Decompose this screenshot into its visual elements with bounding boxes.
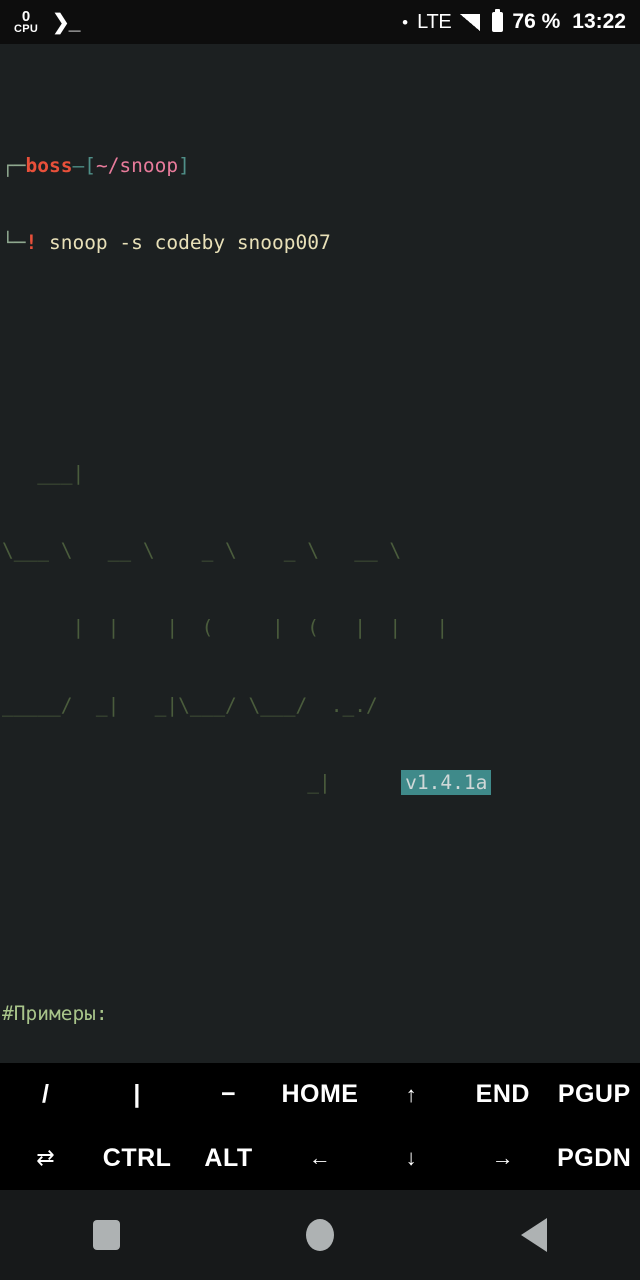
prompt-path: ~/snoop [95,153,179,177]
home-circle-icon[interactable] [306,1219,335,1251]
battery-percent-label: 76 % [512,10,561,33]
clock-label: 13:22 [572,10,626,33]
key-ctrl[interactable]: CTRL [91,1144,182,1173]
key-pgup[interactable]: PGUP [549,1080,640,1109]
signal-strength-icon [460,13,481,31]
prompt-username: boss [25,153,73,177]
key-pipe[interactable]: | [91,1080,182,1109]
back-triangle-icon[interactable] [520,1218,547,1252]
prompt-dash: — [72,153,85,177]
ascii-banner-line-3: | | | ( | ( | | | [2,616,449,640]
cpu-label: CPU [14,22,39,35]
terminal-output-area[interactable]: ┌─boss—[~/snoop] └─! snoop -s codeby sno… [0,44,640,1063]
notification-dot-icon: • [402,12,409,32]
prompt-rbracket: ] [178,153,190,177]
command-line-top: └─! snoop -s codeby snoop007 [0,230,640,256]
extra-keys-bar: / | − HOME ↑ END PGUP ⇄ CTRL ALT ← ↓ → P… [0,1063,640,1190]
termux-notification-icon: ❯_ [52,10,80,34]
key-arrow-right-icon[interactable]: → [457,1145,548,1171]
key-arrow-up-icon[interactable]: ↑ [366,1082,457,1108]
version-badge: v1.4.1a [401,769,492,795]
key-alt[interactable]: ALT [183,1144,274,1173]
recents-square-icon[interactable] [93,1220,121,1250]
prompt-tree-top-icon: ┌─ [2,153,26,177]
key-tab-icon[interactable]: ⇄ [0,1145,91,1171]
android-status-bar: 0 CPU ❯_ • LTE 76 % 13:22 [0,0,640,44]
status-bar-left: 0 CPU ❯_ [14,7,80,35]
key-slash[interactable]: / [0,1080,91,1109]
ascii-banner-line-2: \___ \ __ \ _ \ _ \ __ \ [2,539,402,563]
key-dash[interactable]: − [183,1080,274,1109]
status-bar-right: • LTE 76 % 13:22 [402,9,626,34]
key-arrow-left-icon[interactable]: ← [274,1145,365,1171]
extra-keys-row-2: ⇄ CTRL ALT ← ↓ → PGDN [0,1127,640,1191]
ascii-banner-line-4: _____/ _| _|\___/ \___/ ._./ [2,693,378,717]
network-type-label: LTE [417,10,452,33]
command-text: snoop -s codeby snoop007 [37,230,331,254]
key-end[interactable]: END [457,1080,548,1109]
ascii-banner-tail: _| [2,770,402,794]
android-navigation-bar [0,1190,640,1280]
ascii-banner-line-1: ___| [2,462,85,486]
prompt-bang-icon: ! [25,230,38,254]
extra-keys-row-1: / | − HOME ↑ END PGUP [0,1063,640,1127]
cpu-value: 0 [21,7,31,25]
prompt-tree-bottom-icon: └─ [2,230,26,254]
battery-icon [492,9,504,32]
key-home[interactable]: HOME [274,1080,365,1109]
examples-header: #Примеры: [2,1001,108,1025]
ascii-banner-line-5: _| v1.4.1a [0,769,640,796]
key-arrow-down-icon[interactable]: ↓ [366,1145,457,1171]
cpu-indicator: 0 CPU [14,7,39,35]
phone-screen: 0 CPU ❯_ • LTE 76 % 13:22 ┌─boss—[~/snoo… [0,0,640,1280]
prompt-line-top: ┌─boss—[~/snoop] [0,153,640,179]
key-pgdn[interactable]: PGDN [549,1144,640,1173]
prompt-lbracket: [ [84,153,96,177]
